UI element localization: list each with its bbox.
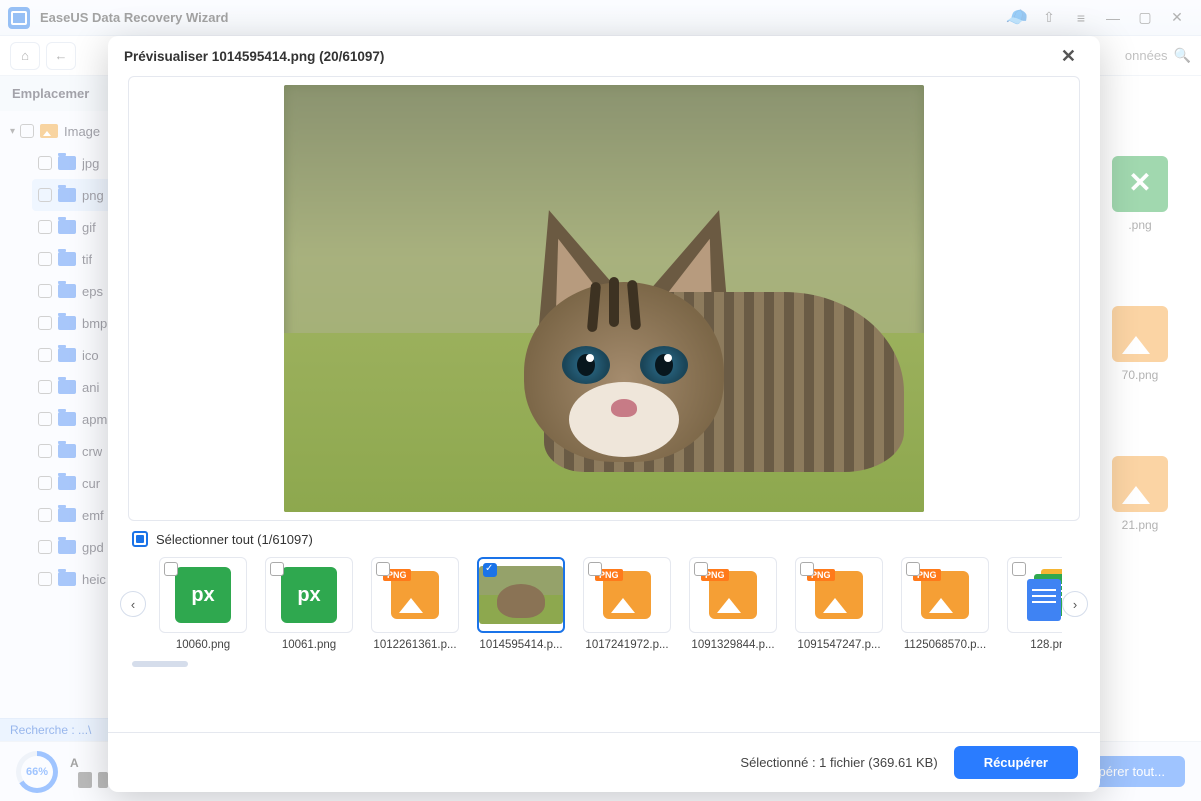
thumbnail[interactable]: 1125068570.p... — [898, 557, 992, 651]
preview-area — [128, 76, 1080, 521]
thumb-checkbox[interactable] — [588, 562, 602, 576]
select-all-row[interactable]: Sélectionner tout (1/61097) — [108, 521, 1100, 551]
recover-button[interactable]: Récupérer — [954, 746, 1078, 779]
thumbnail[interactable]: px10061.png — [262, 557, 356, 651]
thumb-checkbox[interactable] — [164, 562, 178, 576]
thumbnail[interactable]: 1091329844.p... — [686, 557, 780, 651]
scrollbar[interactable] — [132, 661, 188, 667]
thumb-checkbox[interactable] — [694, 562, 708, 576]
preview-modal: Prévisualiser 1014595414.png (20/61097) … — [108, 36, 1100, 792]
thumbnail[interactable]: 1014595414.p... — [474, 557, 568, 651]
thumb-checkbox[interactable] — [906, 562, 920, 576]
thumbnail[interactable]: 128.png — [1004, 557, 1062, 651]
selection-summary: Sélectionné : 1 fichier (369.61 KB) — [740, 755, 937, 770]
thumbnail[interactable]: 1091547247.p... — [792, 557, 886, 651]
thumb-prev-button[interactable]: ‹ — [120, 591, 146, 617]
thumb-checkbox[interactable] — [376, 562, 390, 576]
thumb-next-button[interactable]: › — [1062, 591, 1088, 617]
modal-title: Prévisualiser 1014595414.png (20/61097) — [124, 49, 384, 64]
thumbnail[interactable]: 1012261361.p... — [368, 557, 462, 651]
thumb-checkbox[interactable] — [270, 562, 284, 576]
thumb-checkbox[interactable] — [483, 563, 497, 577]
close-icon[interactable]: ✕ — [1053, 42, 1084, 71]
preview-image — [284, 85, 924, 512]
thumb-checkbox[interactable] — [800, 562, 814, 576]
thumbnail[interactable]: px10060.png — [156, 557, 250, 651]
thumb-checkbox[interactable] — [1012, 562, 1026, 576]
thumbnail[interactable]: 1017241972.p... — [580, 557, 674, 651]
thumbnail-strip: px10060.pngpx10061.png1012261361.p...101… — [146, 551, 1062, 657]
select-all-checkbox[interactable] — [132, 531, 148, 547]
